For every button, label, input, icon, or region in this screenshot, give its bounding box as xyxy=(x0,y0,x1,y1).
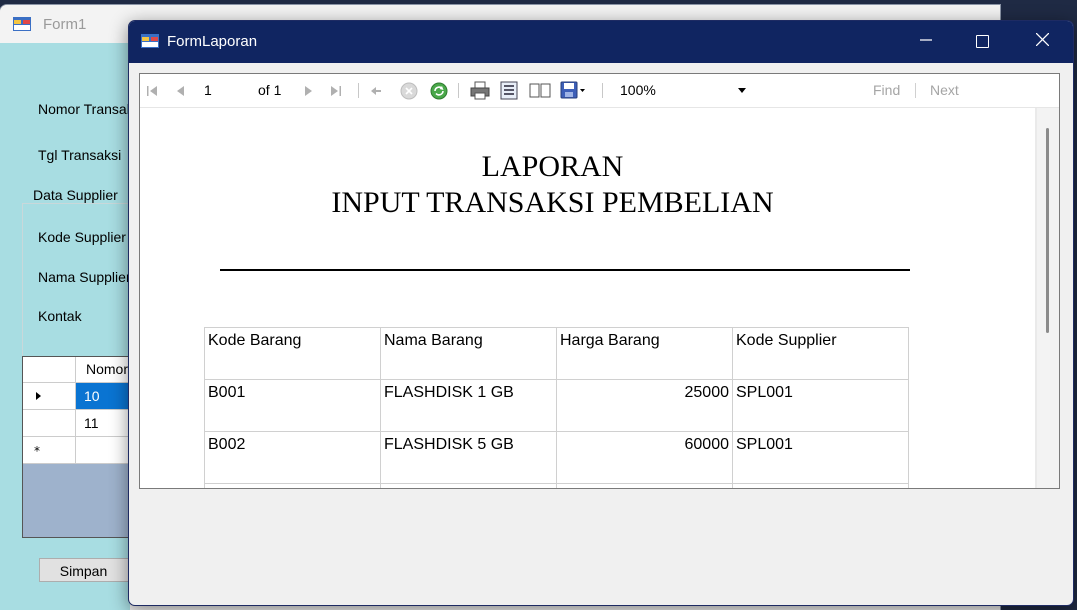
form1-title: Form1 xyxy=(43,16,87,33)
transaksi-data-grid[interactable]: Nomor 10 11 * xyxy=(22,356,134,538)
minimize-button[interactable] xyxy=(903,21,949,63)
table-cell: B002 xyxy=(204,431,381,484)
form-app-icon xyxy=(13,17,31,31)
report-divider xyxy=(220,269,910,271)
print-layout-icon[interactable] xyxy=(500,81,518,100)
kontak-label: Kontak xyxy=(38,308,82,324)
table-cell: 25000 xyxy=(556,379,733,432)
table-cell: FLASHDISK 5 GB xyxy=(380,431,557,484)
table-cell: 60000 xyxy=(556,431,733,484)
grid-row[interactable]: 10 xyxy=(23,383,133,410)
kode-supplier-label: Kode Supplier xyxy=(38,229,126,245)
table-header-cell: Nama Barang xyxy=(380,327,557,380)
print-icon[interactable] xyxy=(470,81,490,100)
report-page: LAPORAN INPUT TRANSAKSI PEMBELIAN Kode B… xyxy=(140,108,1035,488)
next-page-icon[interactable] xyxy=(304,84,313,98)
table-row: B002 FLASHDISK 5 GB 60000 SPL001 xyxy=(204,431,909,484)
table-cell: SPL001 xyxy=(732,431,909,484)
svg-text:*: * xyxy=(34,444,40,458)
grid-cell[interactable]: 10 xyxy=(76,383,133,409)
table-header-row: Kode Barang Nama Barang Harga Barang Kod… xyxy=(204,327,909,380)
vertical-scrollbar[interactable] xyxy=(1037,108,1059,488)
export-icon[interactable] xyxy=(560,81,586,100)
form-app-icon xyxy=(141,34,159,48)
first-page-icon[interactable] xyxy=(146,84,158,98)
total-pages-label: of 1 xyxy=(258,82,282,98)
zoom-select[interactable]: 100% xyxy=(612,79,750,101)
table-row: B001 FLASHDISK 1 GB 25000 SPL001 xyxy=(204,379,909,432)
chevron-down-icon xyxy=(738,88,746,93)
table-header-cell: Harga Barang xyxy=(556,327,733,380)
close-icon xyxy=(1035,32,1049,47)
scrollbar-thumb[interactable] xyxy=(1046,128,1049,333)
table-header-cell: Kode Barang xyxy=(204,327,381,380)
grid-cell[interactable]: 11 xyxy=(76,410,133,436)
zoom-value: 100% xyxy=(620,82,656,98)
simpan-button[interactable]: Simpan xyxy=(39,558,132,582)
form-laporan-title: FormLaporan xyxy=(167,33,258,50)
maximize-button[interactable] xyxy=(959,21,1005,63)
report-area[interactable]: LAPORAN INPUT TRANSAKSI PEMBELIAN Kode B… xyxy=(140,108,1059,488)
report-title-line1: LAPORAN xyxy=(481,150,624,183)
row-header xyxy=(23,410,76,436)
find-button[interactable]: Find xyxy=(873,74,900,107)
close-button[interactable] xyxy=(1019,21,1065,63)
report-table: Kode Barang Nama Barang Harga Barang Kod… xyxy=(204,327,909,488)
table-cell: FLASHDISK 1 GB xyxy=(380,379,557,432)
table-cell: B001 xyxy=(204,379,381,432)
data-supplier-group-label: Data Supplier xyxy=(33,187,118,203)
minimize-icon xyxy=(920,39,932,41)
form-laporan-window[interactable]: FormLaporan 1 of 1 100% Find Next LAPORA… xyxy=(128,20,1074,606)
grid-header: Nomor xyxy=(23,357,133,383)
refresh-icon[interactable] xyxy=(430,82,448,100)
grid-cell[interactable] xyxy=(76,437,133,463)
report-title-line2: INPUT TRANSAKSI PEMBELIAN xyxy=(331,186,774,219)
table-header-cell: Kode Supplier xyxy=(732,327,909,380)
form1-body: Nomor Transaksi Tgl Transaksi Data Suppl… xyxy=(0,43,144,610)
table-cell: SPL001 xyxy=(732,379,909,432)
new-row-icon: * xyxy=(23,437,76,463)
find-next-button[interactable]: Next xyxy=(930,74,959,107)
report-toolbar: 1 of 1 100% Find Next xyxy=(140,74,1059,108)
form-laporan-titlebar[interactable]: FormLaporan xyxy=(129,21,1073,63)
nama-supplier-label: Nama Supplier xyxy=(38,269,131,285)
last-page-icon[interactable] xyxy=(330,84,342,98)
maximize-icon xyxy=(975,35,989,49)
grid-new-row[interactable]: * xyxy=(23,437,133,464)
table-row xyxy=(204,483,909,488)
stop-icon[interactable] xyxy=(400,82,418,100)
current-page-input[interactable]: 1 xyxy=(204,74,212,107)
tgl-transaksi-label: Tgl Transaksi xyxy=(38,147,122,163)
grid-column-header-nomor[interactable]: Nomor xyxy=(86,361,128,377)
find-text-input[interactable] xyxy=(762,79,862,101)
report-viewer[interactable]: 1 of 1 100% Find Next LAPORAN INPUT TRAN… xyxy=(139,73,1060,489)
back-icon[interactable] xyxy=(370,84,382,98)
previous-page-icon[interactable] xyxy=(176,84,185,98)
grid-row[interactable]: 11 xyxy=(23,410,133,437)
page-setup-icon[interactable] xyxy=(529,81,551,100)
current-row-icon xyxy=(23,383,76,409)
